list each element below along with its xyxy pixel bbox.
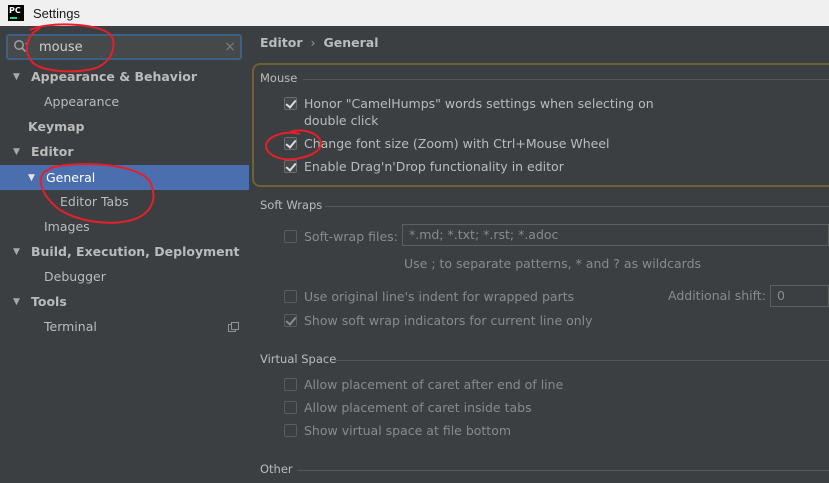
- tree-item-label: Appearance & Behavior: [31, 69, 197, 84]
- section-title-virtual-space: Virtual Space: [260, 352, 337, 366]
- tree-item-label: Debugger: [44, 269, 106, 284]
- tree-item-label: General: [46, 170, 96, 185]
- camelhumps-checkbox[interactable]: [284, 97, 297, 110]
- tree-item-label: Appearance: [44, 94, 120, 109]
- search-input[interactable]: [33, 37, 220, 57]
- breadcrumb-current: General: [323, 35, 379, 50]
- option-label: Honor "CamelHumps" words settings when s…: [304, 96, 654, 128]
- title-bar: PC Settings: [0, 0, 829, 26]
- tree-item-label: Build, Execution, Deployment: [31, 244, 240, 259]
- tree-item-label: Images: [44, 219, 90, 234]
- option-soft-wrap-indicators[interactable]: Show soft wrap indicators for current li…: [284, 312, 593, 329]
- tree-item-appearance-behavior[interactable]: ▼ Appearance & Behavior: [0, 64, 249, 89]
- soft-wrap-files-input[interactable]: *.md; *.txt; *.rst; *.adoc: [402, 224, 829, 246]
- additional-shift-label: Additional shift:: [668, 288, 766, 303]
- soft-wrap-files-checkbox[interactable]: [284, 230, 297, 243]
- expanded-arrow-icon[interactable]: ▼: [13, 297, 23, 307]
- expanded-arrow-icon[interactable]: ▼: [13, 147, 23, 157]
- section-title-mouse: Mouse: [260, 71, 298, 85]
- drag-drop-checkbox[interactable]: [284, 160, 297, 173]
- option-label: Allow placement of caret inside tabs: [304, 400, 532, 415]
- soft-wrap-indicators-checkbox[interactable]: [284, 314, 297, 327]
- tree-item-appearance[interactable]: Appearance: [0, 89, 249, 114]
- expanded-arrow-icon[interactable]: ▼: [28, 173, 38, 183]
- tree-item-build-execution-deployment[interactable]: ▼ Build, Execution, Deployment: [0, 239, 249, 264]
- option-camelhumps[interactable]: Honor "CamelHumps" words settings when s…: [284, 95, 654, 129]
- section-title-other: Other: [260, 462, 293, 476]
- settings-sidebar: × ▼ Appearance & Behavior Appearance Key…: [0, 26, 249, 483]
- app-icon-text: PC: [9, 6, 21, 15]
- virtual-space-bottom-checkbox[interactable]: [284, 424, 297, 437]
- tree-item-editor[interactable]: ▼ Editor: [0, 139, 249, 164]
- soft-wrap-hint: Use ; to separate patterns, * and ? as w…: [404, 256, 702, 271]
- tree-item-images[interactable]: Images: [0, 214, 249, 239]
- breadcrumb: Editor › General: [260, 35, 379, 50]
- tree-item-label: Terminal: [44, 319, 97, 334]
- tree-item-label: Tools: [31, 294, 67, 309]
- tree-item-label: Editor Tabs: [60, 194, 129, 209]
- option-original-indent[interactable]: Use original line's indent for wrapped p…: [284, 288, 574, 305]
- option-caret-inside-tabs[interactable]: Allow placement of caret inside tabs: [284, 399, 532, 416]
- search-icon[interactable]: [11, 36, 33, 58]
- option-label: Change font size (Zoom) with Ctrl+Mouse …: [304, 136, 610, 151]
- section-divider: [335, 360, 829, 361]
- caret-inside-tabs-checkbox[interactable]: [284, 401, 297, 414]
- caret-after-eol-checkbox[interactable]: [284, 378, 297, 391]
- tree-item-editor-tabs[interactable]: Editor Tabs: [0, 189, 249, 214]
- option-virtual-space-bottom[interactable]: Show virtual space at file bottom: [284, 422, 511, 439]
- additional-shift-input[interactable]: 0: [770, 285, 829, 307]
- tree-item-label: Editor: [31, 144, 74, 159]
- tree-item-keymap[interactable]: Keymap: [0, 114, 249, 139]
- window-title: Settings: [33, 5, 80, 21]
- section-divider: [297, 470, 829, 471]
- tree-item-debugger[interactable]: Debugger: [0, 264, 249, 289]
- option-drag-drop[interactable]: Enable Drag'n'Drop functionality in edit…: [284, 158, 564, 175]
- section-divider: [325, 206, 829, 207]
- expanded-arrow-icon[interactable]: ▼: [13, 72, 23, 82]
- zoom-checkbox[interactable]: [284, 137, 297, 150]
- tree-item-general[interactable]: ▼ General: [0, 165, 249, 190]
- option-caret-after-eol[interactable]: Allow placement of caret after end of li…: [284, 376, 563, 393]
- option-zoom-ctrl-wheel[interactable]: Change font size (Zoom) with Ctrl+Mouse …: [284, 135, 610, 152]
- section-divider: [303, 79, 829, 80]
- search-box[interactable]: ×: [6, 34, 242, 60]
- option-label: Enable Drag'n'Drop functionality in edit…: [304, 159, 564, 174]
- section-title-soft-wraps: Soft Wraps: [260, 198, 323, 212]
- option-label: Soft-wrap files:: [304, 229, 398, 244]
- breadcrumb-separator: ›: [310, 35, 316, 50]
- pycharm-logo-icon: PC: [8, 5, 24, 21]
- clear-search-icon[interactable]: ×: [220, 39, 240, 55]
- breadcrumb-parent[interactable]: Editor: [260, 35, 303, 50]
- tree-item-label: Keymap: [28, 119, 85, 134]
- option-label: Use original line's indent for wrapped p…: [304, 289, 575, 304]
- expanded-arrow-icon[interactable]: ▼: [13, 247, 23, 257]
- tree-item-tools[interactable]: ▼ Tools: [0, 289, 249, 314]
- settings-content: Editor › General Mouse Honor "CamelHumps" …: [249, 26, 829, 483]
- option-soft-wrap-files[interactable]: Soft-wrap files:: [284, 228, 398, 245]
- tree-item-terminal[interactable]: Terminal: [0, 314, 249, 339]
- option-label: Allow placement of caret after end of li…: [304, 377, 564, 392]
- option-label: Show soft wrap indicators for current li…: [304, 313, 593, 328]
- original-indent-checkbox[interactable]: [284, 290, 297, 303]
- project-level-copy-icon: [228, 321, 239, 336]
- option-label: Show virtual space at file bottom: [304, 423, 512, 438]
